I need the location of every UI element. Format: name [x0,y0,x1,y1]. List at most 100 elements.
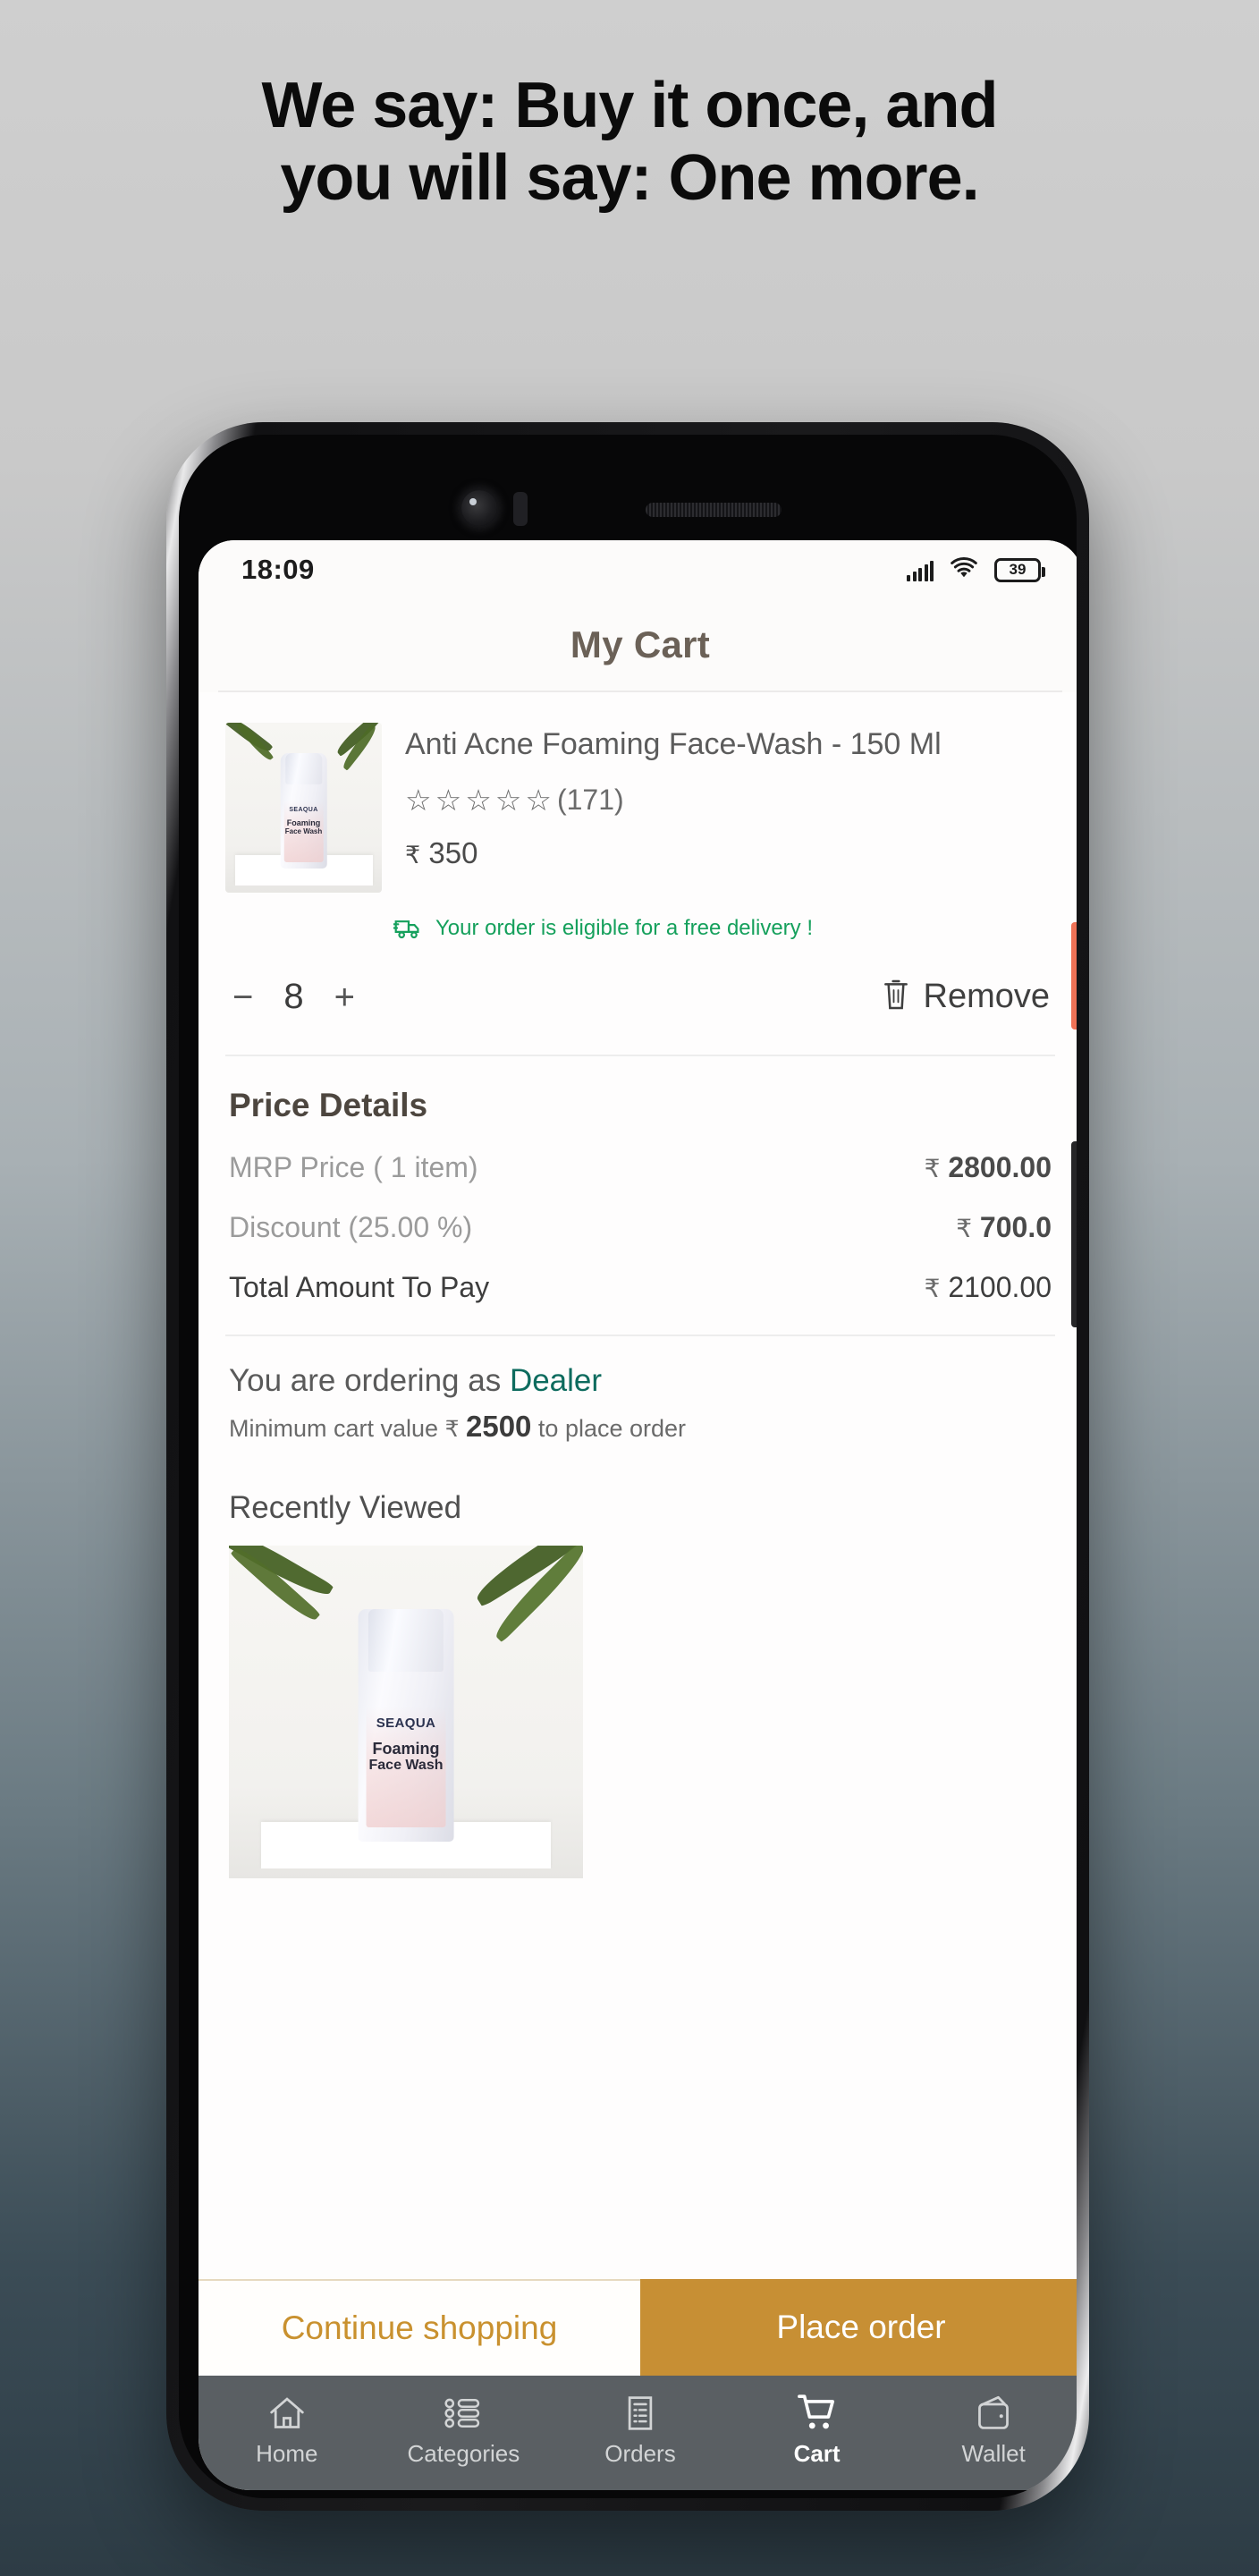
cart-item-row[interactable]: SEAQUA Foaming Face Wash Anti Acne Foami… [199,692,1077,893]
product-name[interactable]: Anti Acne Foaming Face-Wash - 150 Ml [405,724,1055,766]
power-button[interactable] [1071,922,1077,1030]
thumb-brand: SEAQUA [289,806,318,813]
wifi-icon [949,556,979,584]
bottom-navigation: Home Categories Orders Cart Wallet [199,2376,1077,2490]
categories-list-icon [444,2391,483,2432]
price-details-section: Price Details MRP Price ( 1 item) ₹ 2800… [199,1056,1077,1304]
battery-icon: 39 [994,557,1045,582]
star-icon: ☆ [525,783,552,817]
thumb-label-2: Face Wash [284,826,323,835]
product-price-value: 350 [428,835,478,869]
thumb-label-1: Foaming [286,818,321,827]
nav-item-orders[interactable]: Orders [552,2391,729,2468]
delivery-truck-icon [393,917,424,940]
decrement-button[interactable]: − [232,979,253,1015]
minimum-cart-value-line: Minimum cart value ₹ 2500 to place order [229,1410,1052,1444]
price-row-discount: Discount (25.00 %) ₹ 700.0 [229,1211,1052,1244]
nav-item-categories[interactable]: Categories [376,2391,553,2468]
quantity-value: 8 [283,977,304,1016]
promo-line-1: We say: Buy it once, and [261,70,999,141]
star-icon: ☆ [435,783,462,817]
nav-label-wallet: Wallet [961,2440,1026,2467]
nav-label-cart: Cart [793,2440,841,2467]
sensor-icon [513,492,528,526]
earpiece-speaker-icon [646,503,782,517]
price-row-amount: 700.0 [979,1211,1052,1243]
continue-shopping-button[interactable]: Continue shopping [199,2279,640,2376]
status-system-icons: 39 [907,556,1045,584]
product-info: Anti Acne Foaming Face-Wash - 150 Ml ☆ ☆… [405,723,1055,893]
nav-label-orders: Orders [604,2440,676,2467]
orders-document-icon [621,2391,660,2432]
price-row-mrp: MRP Price ( 1 item) ₹ 2800.00 [229,1151,1052,1184]
nav-item-wallet[interactable]: Wallet [905,2391,1077,2468]
price-row-label: Discount (25.00 %) [229,1211,473,1243]
price-row-total: Total Amount To Pay ₹ 2100.00 [229,1271,1052,1304]
rv-brand: SEAQUA [376,1716,436,1732]
product-rating[interactable]: ☆ ☆ ☆ ☆ ☆ (171) [405,784,1055,817]
price-row-amount: 2800.00 [948,1151,1052,1183]
price-row-value: ₹ 2800.00 [925,1151,1052,1184]
star-icon: ☆ [465,783,492,817]
dealer-section: You are ordering as Dealer Minimum cart … [199,1336,1077,1444]
free-delivery-notice: Your order is eligible for a free delive… [199,893,1077,941]
rv-label-2: Face Wash [368,1758,444,1774]
rv-label-1: Foaming [372,1739,440,1758]
volume-rocker-button[interactable] [1071,1141,1077,1327]
recently-viewed-image: SEAQUA Foaming Face Wash [229,1546,583,1878]
rupee-symbol: ₹ [405,841,421,869]
price-row-label: MRP Price ( 1 item) [229,1151,478,1183]
place-order-button[interactable]: Place order [640,2279,1077,2376]
nav-label-categories: Categories [407,2440,520,2467]
rupee-symbol: ₹ [924,1275,941,1302]
star-icon: ☆ [405,783,432,817]
rupee-symbol: ₹ [924,1155,941,1182]
ordering-as-prefix: You are ordering as [229,1363,510,1398]
price-details-title: Price Details [229,1087,428,1123]
price-row-amount: 2100.00 [948,1271,1052,1303]
increment-button[interactable]: + [334,979,355,1015]
product-thumbnail[interactable]: SEAQUA Foaming Face Wash [225,723,382,893]
product-image: SEAQUA Foaming Face Wash [225,723,382,893]
ordering-as-line: You are ordering as Dealer [229,1363,1052,1399]
battery-level-text: 39 [1009,561,1027,578]
rupee-symbol: ₹ [956,1215,973,1242]
price-row-label: Total Amount To Pay [229,1271,490,1303]
quantity-stepper[interactable]: − 8 + [232,977,355,1017]
signal-bars-icon [907,558,934,581]
quantity-row: − 8 + Remove [199,941,1077,1017]
price-row-value: ₹ 700.0 [956,1211,1052,1244]
home-icon [267,2391,307,2432]
nav-label-home: Home [256,2440,318,2467]
status-bar: 18:09 39 [199,540,1077,599]
cart-action-bar: Continue shopping Place order [199,2279,1077,2376]
recently-viewed-product-image[interactable]: SEAQUA Foaming Face Wash [229,1546,583,1878]
wallet-icon [974,2391,1013,2432]
front-camera-icon [461,490,497,526]
remove-button[interactable]: Remove [881,977,1051,1017]
promo-headline: We say: Buy it once, and you will say: O… [0,70,1259,214]
product-price: ₹ 350 [405,836,1055,870]
min-prefix: Minimum cart value [229,1415,445,1442]
nav-item-home[interactable]: Home [199,2391,376,2468]
rupee-symbol: ₹ [444,1417,460,1442]
min-suffix: to place order [531,1415,687,1442]
shopping-cart-icon [797,2391,838,2432]
phone-screen: 18:09 39 My Cart SEAQUA Foaming Face Was… [199,540,1077,2490]
remove-label: Remove [923,978,1051,1015]
status-clock: 18:09 [241,554,315,585]
delivery-message: Your order is eligible for a free delive… [435,916,813,940]
dealer-role: Dealer [509,1363,603,1398]
recently-viewed-title: Recently Viewed [229,1490,462,1525]
trash-icon [881,977,911,1017]
phone-mockup: 18:09 39 My Cart SEAQUA Foaming Face Was… [166,422,1089,2511]
star-icon: ☆ [494,783,522,817]
cart-content: SEAQUA Foaming Face Wash Anti Acne Foami… [199,692,1077,2376]
page-title: My Cart [570,623,711,665]
min-cart-amount: 2500 [466,1410,532,1443]
rating-count: (171) [556,783,624,816]
phone-bezel: 18:09 39 My Cart SEAQUA Foaming Face Was… [179,435,1077,2498]
app-header: My Cart [199,599,1077,691]
price-row-value: ₹ 2100.00 [925,1271,1052,1304]
nav-item-cart[interactable]: Cart [729,2391,906,2468]
